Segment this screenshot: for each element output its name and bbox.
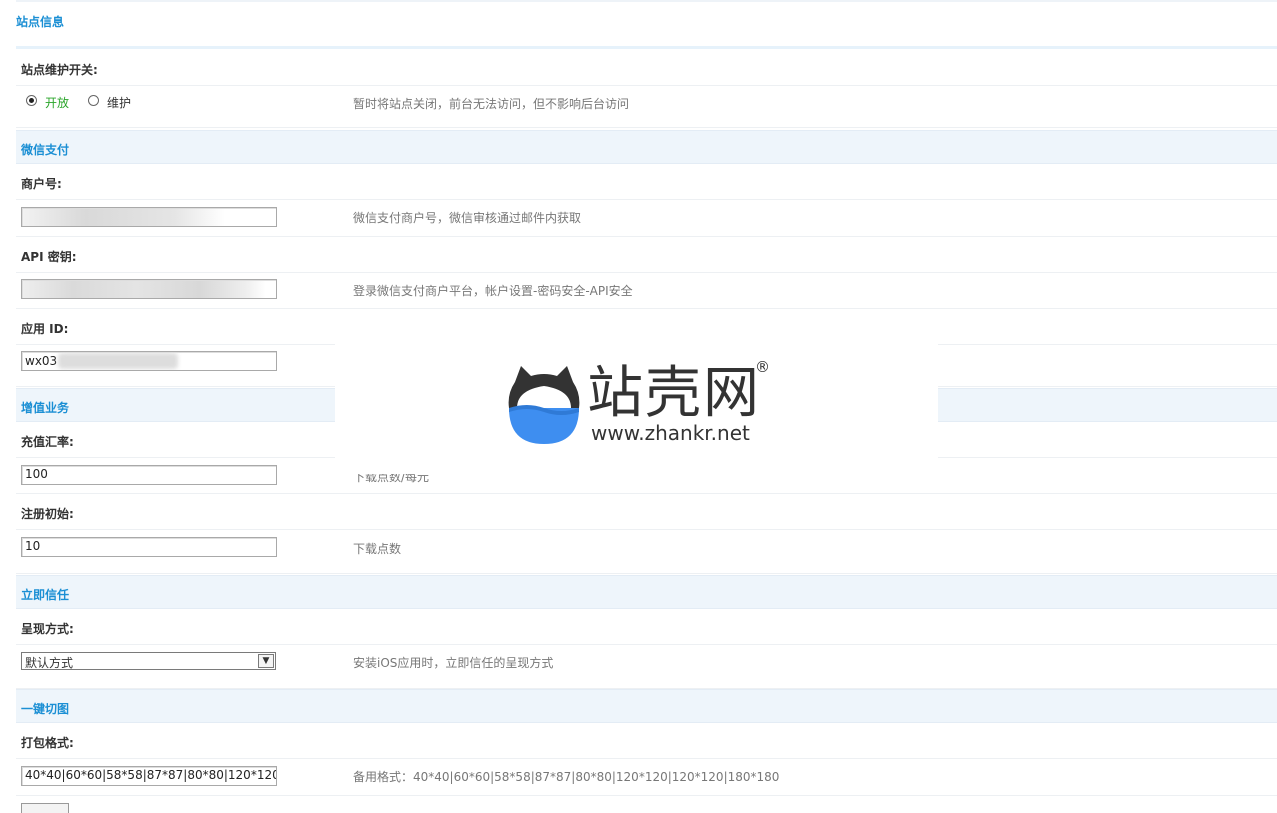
section-wechat-pay-title: 微信支付 xyxy=(21,143,70,157)
merchant-id-input[interactable] xyxy=(21,207,277,227)
register-tip: 下载点数 xyxy=(353,542,402,556)
app-id-input[interactable]: wx03 xyxy=(21,351,277,371)
top-border xyxy=(16,0,1277,2)
section-trust: 立即信任 xyxy=(16,575,1277,609)
watermark-brand: 站壳网 xyxy=(587,361,761,426)
maintenance-label: 站点维护开关: xyxy=(21,63,98,77)
format-tip: 备用格式：40*40|60*60|58*58|87*87|80*80|120*1… xyxy=(353,770,780,784)
api-key-label-row: API 密钥: xyxy=(16,237,1277,273)
mode-label-row: 呈现方式: xyxy=(16,609,1277,645)
rate-input[interactable]: 100 xyxy=(21,465,277,485)
register-label: 注册初始: xyxy=(21,507,74,521)
page-title: 站点信息 xyxy=(16,15,65,29)
format-label: 打包格式: xyxy=(21,736,74,750)
maintenance-label-row: 站点维护开关: xyxy=(16,50,1277,86)
mode-label: 呈现方式: xyxy=(21,622,74,636)
register-input[interactable]: 10 xyxy=(21,537,277,557)
watermark: 站壳网 ® www.zhankr.net xyxy=(335,334,938,474)
mode-select-value: 默认方式 xyxy=(25,656,74,670)
api-key-label: API 密钥: xyxy=(21,250,77,264)
merchant-label: 商户号: xyxy=(21,177,62,191)
chevron-down-icon[interactable]: ▼ xyxy=(258,654,274,668)
maintenance-tip: 暂时将站点关闭，前台无法访问，但不影响后台访问 xyxy=(353,97,630,111)
mode-select[interactable]: 默认方式 ▼ xyxy=(21,652,276,670)
format-input[interactable]: 40*40|60*60|58*58|87*87|80*80|120*120|12… xyxy=(21,766,277,786)
radio-maintenance[interactable] xyxy=(88,95,99,106)
settings-page: 站点信息 站点维护开关: 暂时将站点关闭，前台无法访问，但不影响后台访问 开放 … xyxy=(0,0,1277,813)
maintenance-input-row: 暂时将站点关闭，前台无法访问，但不影响后台访问 xyxy=(16,86,1277,128)
section-cut: 一键切图 xyxy=(16,689,1277,723)
section-wechat-pay: 微信支付 xyxy=(16,130,1277,164)
api-key-input[interactable] xyxy=(21,279,277,299)
section-trust-title: 立即信任 xyxy=(21,588,70,602)
title-divider xyxy=(16,46,1277,49)
watermark-registered: ® xyxy=(755,358,770,376)
rate-label: 充值汇率: xyxy=(21,435,74,449)
section-value-added-title: 增值业务 xyxy=(21,401,70,415)
api-key-tip: 登录微信支付商户平台，帐户设置-密码安全-API安全 xyxy=(353,284,633,298)
app-id-label: 应用 ID: xyxy=(21,322,69,336)
app-id-value: wx03 xyxy=(25,354,58,368)
merchant-label-row: 商户号: xyxy=(16,164,1277,200)
register-label-row: 注册初始: xyxy=(16,494,1277,530)
merchant-tip: 微信支付商户号，微信审核通过邮件内获取 xyxy=(353,211,582,225)
radio-maintenance-label[interactable]: 维护 xyxy=(107,94,131,111)
radio-open-label[interactable]: 开放 xyxy=(45,94,69,111)
submit-button-partial[interactable] xyxy=(21,803,69,813)
mode-tip: 安装iOS应用时，立即信任的呈现方式 xyxy=(353,656,554,670)
redaction-blur xyxy=(58,353,178,369)
watermark-url: www.zhankr.net xyxy=(591,421,750,445)
format-label-row: 打包格式: xyxy=(16,723,1277,759)
section-cut-title: 一键切图 xyxy=(21,702,70,716)
cat-logo-icon xyxy=(508,366,580,444)
radio-open[interactable] xyxy=(26,95,37,106)
